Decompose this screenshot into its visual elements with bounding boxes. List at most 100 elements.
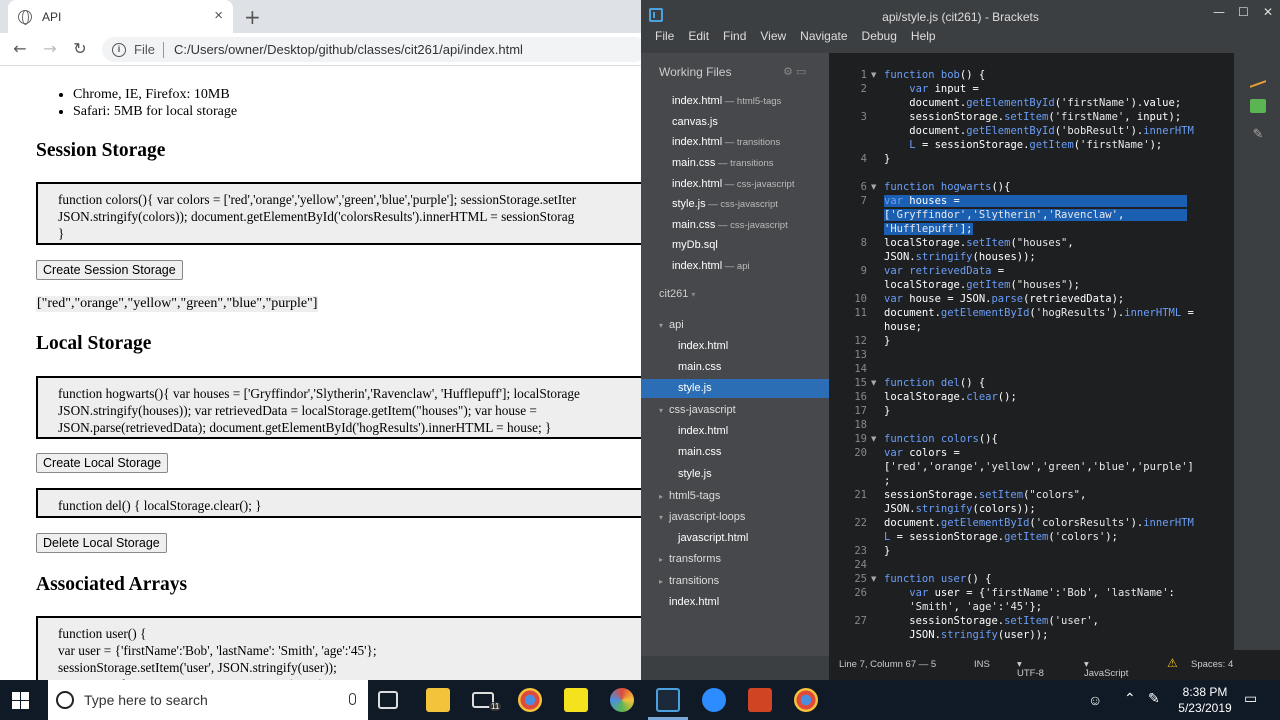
photos-icon[interactable] xyxy=(610,688,634,712)
working-files-heading: Working Files xyxy=(659,65,732,79)
code-text[interactable]: function bob() { var input = document.ge… xyxy=(884,68,1194,642)
menu-navigate[interactable]: Navigate xyxy=(800,29,847,51)
powerpoint-icon[interactable] xyxy=(748,688,772,712)
cursor-position: Line 7, Column 67 — 5 xyxy=(839,659,937,670)
line-number: 24 xyxy=(854,559,867,571)
cortana-icon[interactable] xyxy=(56,691,74,709)
fold-arrow-icon[interactable]: ▼ xyxy=(871,575,876,583)
line-number: 6 xyxy=(860,181,867,193)
extension-manager-icon[interactable] xyxy=(1250,99,1266,113)
tools-icon[interactable]: ✎ xyxy=(1250,127,1266,142)
tree-file[interactable]: main.css xyxy=(678,361,721,373)
working-file-item[interactable]: index.html — transitions xyxy=(672,136,780,148)
folder-transitions[interactable]: ▸ transitions xyxy=(659,575,719,587)
menu-file[interactable]: File xyxy=(655,29,674,51)
line-number: 3 xyxy=(860,111,867,123)
live-preview-icon[interactable] xyxy=(1250,68,1266,88)
line-number: 8 xyxy=(860,237,867,249)
spaces-setting[interactable]: Spaces: 4 xyxy=(1191,659,1233,670)
people-icon[interactable]: ☺ xyxy=(1088,692,1102,720)
file-explorer-icon[interactable] xyxy=(426,688,450,712)
line-number: 21 xyxy=(854,489,867,501)
tab-api[interactable]: API × xyxy=(8,0,233,33)
fold-arrow-icon[interactable]: ▼ xyxy=(871,71,876,79)
folder-javascript-loops[interactable]: ▾ javascript-loops xyxy=(659,511,745,523)
menu-edit[interactable]: Edit xyxy=(688,29,709,51)
menu-help[interactable]: Help xyxy=(911,29,936,51)
microphone-icon[interactable] xyxy=(349,693,356,705)
chrome-icon[interactable] xyxy=(518,688,542,712)
working-file-item[interactable]: myDb.sql xyxy=(672,239,718,251)
extension-panel: ✎ xyxy=(1234,53,1280,656)
fold-arrow-icon[interactable]: ▼ xyxy=(871,379,876,387)
tree-file[interactable]: index.html xyxy=(678,340,728,352)
forward-icon[interactable]: → xyxy=(40,39,60,58)
folder-transforms[interactable]: ▸ transforms xyxy=(659,553,721,565)
pen-icon[interactable]: ✎ xyxy=(1148,690,1160,720)
fold-arrow-icon[interactable]: ▼ xyxy=(871,435,876,443)
close-icon[interactable]: ✕ xyxy=(1263,5,1273,19)
tree-file[interactable]: style.js xyxy=(678,468,712,480)
clock[interactable]: 8:38 PM 5/23/2019 xyxy=(1170,684,1240,716)
task-view-icon[interactable] xyxy=(378,691,398,709)
brackets-taskbar-icon[interactable] xyxy=(656,688,680,712)
chevron-up-icon[interactable]: ⌃ xyxy=(1124,690,1136,720)
reload-icon[interactable]: ↻ xyxy=(70,39,90,58)
menu-find[interactable]: Find xyxy=(723,29,746,51)
menu-debug[interactable]: Debug xyxy=(862,29,897,51)
ins-mode[interactable]: INS xyxy=(974,659,990,670)
encoding-dropdown[interactable]: UTF-8 ▾ xyxy=(1017,659,1044,679)
new-tab-button[interactable]: + xyxy=(244,5,261,29)
tree-file-selected[interactable]: style.js xyxy=(678,382,712,394)
line-number: 9 xyxy=(860,265,867,277)
globe-icon xyxy=(18,9,32,25)
session-storage-heading: Session Storage xyxy=(36,140,166,161)
line-number: 22 xyxy=(854,517,867,529)
session-result: ["red","orange","yellow","green","blue",… xyxy=(36,296,319,312)
folder-css-javascript[interactable]: ▾ css-javascript xyxy=(659,404,736,416)
line-number: 16 xyxy=(854,391,867,403)
tree-file[interactable]: javascript.html xyxy=(678,532,748,544)
back-icon[interactable]: ← xyxy=(10,39,30,58)
chrome-window: API × + ← → ↻ i File C:/Users/owner/Desk… xyxy=(0,0,641,680)
notification-icon[interactable]: ▭ xyxy=(1244,690,1257,720)
working-file-item[interactable]: canvas.js xyxy=(672,116,718,128)
project-dropdown[interactable]: cit261 ▾ xyxy=(659,288,695,300)
window-title: api/style.js (cit261) - Brackets xyxy=(882,10,1039,24)
minimize-icon[interactable]: — xyxy=(1213,5,1225,19)
language-dropdown[interactable]: JavaScript ▾ xyxy=(1084,659,1128,679)
code-editor[interactable]: 1 2 3 4 6 7 8 9 10 11 12 13 14 15 16 17 … xyxy=(829,53,1234,650)
working-file-item[interactable]: main.css — transitions xyxy=(672,157,773,169)
working-file-item[interactable]: index.html — css-javascript xyxy=(672,178,794,190)
fold-arrow-icon[interactable]: ▼ xyxy=(871,183,876,191)
working-file-item[interactable]: style.js — css-javascript xyxy=(672,198,778,210)
working-file-item[interactable]: main.css — css-javascript xyxy=(672,219,788,231)
folder-html5-tags[interactable]: ▸ html5-tags xyxy=(659,490,720,502)
zoom-icon[interactable] xyxy=(702,688,726,712)
folder-api[interactable]: ▾ api xyxy=(659,319,684,331)
tree-file[interactable]: main.css xyxy=(678,446,721,458)
taskbar-search[interactable]: Type here to search xyxy=(48,680,368,720)
windows-start-icon[interactable] xyxy=(12,692,29,709)
tree-file[interactable]: index.html xyxy=(669,596,719,608)
create-session-storage-button[interactable]: Create Session Storage xyxy=(36,260,183,280)
url-text[interactable]: C:/Users/owner/Desktop/github/classes/ci… xyxy=(174,42,523,57)
maximize-icon[interactable]: ☐ xyxy=(1238,5,1249,19)
working-file-item[interactable]: index.html — api xyxy=(672,260,750,272)
working-file-item[interactable]: index.html — html5-tags xyxy=(672,95,781,107)
line-number: 18 xyxy=(854,419,867,431)
info-icon[interactable]: i xyxy=(112,42,126,57)
sticky-notes-icon[interactable] xyxy=(564,688,588,712)
create-local-storage-button[interactable]: Create Local Storage xyxy=(36,453,169,473)
line-number: 17 xyxy=(854,405,867,417)
sidebar-gear-icon[interactable]: ⚙ ▭ xyxy=(783,65,806,78)
chrome-icon-2[interactable] xyxy=(794,688,818,712)
tree-file[interactable]: index.html xyxy=(678,425,728,437)
warning-icon[interactable]: ⚠ xyxy=(1167,656,1178,670)
menu-view[interactable]: View xyxy=(760,29,786,51)
close-tab-icon[interactable]: × xyxy=(214,8,223,24)
address-bar[interactable]: i File C:/Users/owner/Desktop/github/cla… xyxy=(102,37,641,62)
line-number: 1 xyxy=(860,69,867,81)
delete-local-storage-button[interactable]: Delete Local Storage xyxy=(36,533,167,553)
line-number: 14 xyxy=(854,363,867,375)
